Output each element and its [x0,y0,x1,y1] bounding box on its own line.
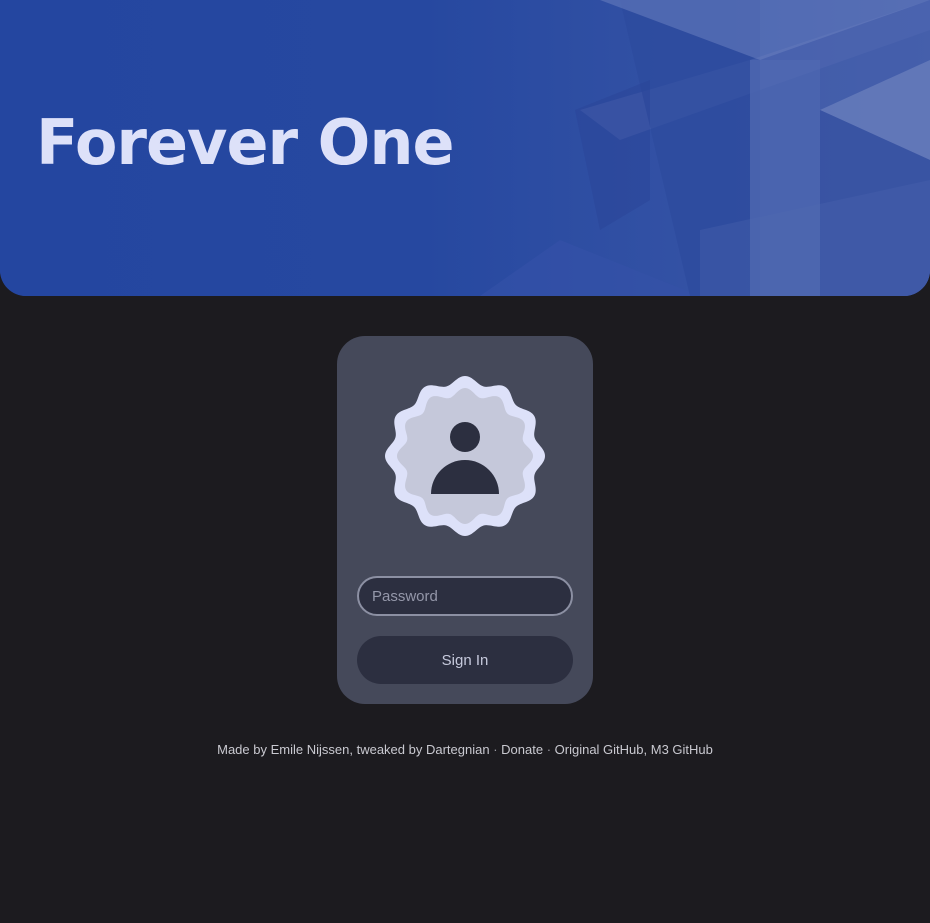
login-card: Sign In [337,336,593,704]
footer-comma: , [643,742,651,757]
footer-tweaked-by-text: , tweaked by [349,742,423,757]
donate-link[interactable]: Donate [501,742,543,757]
author-link[interactable]: Emile Nijssen [271,742,350,757]
tweaker-link[interactable]: Dartegnian [426,742,490,757]
footer-made-by-text: Made by [217,742,267,757]
sign-in-button[interactable]: Sign In [357,636,573,684]
footer-separator: · [489,742,502,757]
hero-banner: Forever One [0,0,930,296]
m3-github-link[interactable]: M3 GitHub [651,742,713,757]
original-github-link[interactable]: Original GitHub [555,742,644,757]
password-input[interactable] [357,576,573,616]
footer: Made by Emile Nijssen, tweaked by Darteg… [0,742,930,757]
user-badge-icon [385,376,545,536]
page-title: Forever One [36,106,455,179]
footer-separator: · [543,742,555,757]
